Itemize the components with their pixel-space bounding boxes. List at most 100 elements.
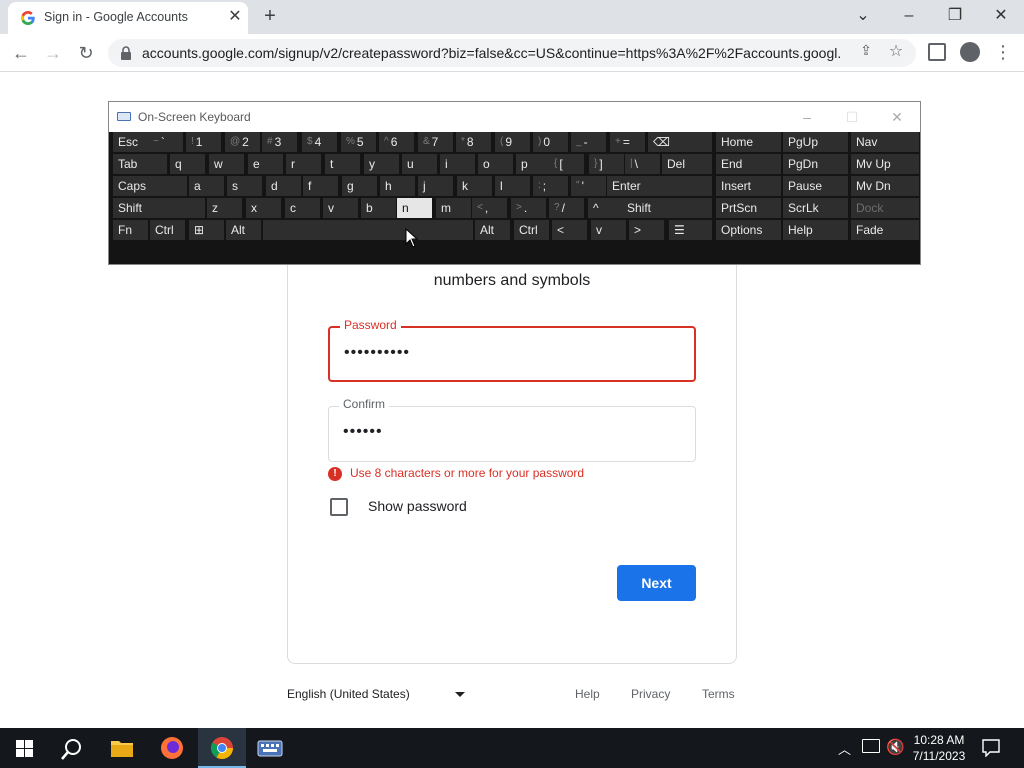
osk-key-2[interactable]: @2 xyxy=(225,132,260,152)
osk-key-v[interactable]: v xyxy=(323,198,358,218)
osk-key-pgdn[interactable]: PgDn xyxy=(783,154,848,174)
osk-key-symbol1-13[interactable]: | \ xyxy=(625,154,660,174)
osk-key-b[interactable]: b xyxy=(361,198,396,218)
osk-key-6[interactable]: ^ 6 xyxy=(379,132,414,152)
osk-key-1[interactable]: ! 1 xyxy=(186,132,221,152)
osk-key-home[interactable]: Home xyxy=(716,132,781,152)
osk-key-symbol2-10[interactable]: :; xyxy=(533,176,568,196)
osk-key-symbol2-11[interactable]: " ' xyxy=(571,176,606,196)
osk-key-z[interactable]: z xyxy=(207,198,242,218)
osk-key-esc[interactable]: Esc xyxy=(113,132,148,152)
help-link[interactable]: Help xyxy=(575,687,600,701)
profile-avatar-icon[interactable] xyxy=(960,42,980,62)
osk-key-enter[interactable]: Enter xyxy=(607,176,713,196)
osk-key-9[interactable]: (9 xyxy=(495,132,530,152)
osk-key-a[interactable]: a xyxy=(189,176,224,196)
restore-icon[interactable]: ❐ xyxy=(932,2,978,30)
volume-muted-icon[interactable]: 🔇 xyxy=(886,738,905,756)
privacy-link[interactable]: Privacy xyxy=(631,687,670,701)
osk-key-tab[interactable]: Tab xyxy=(113,154,167,174)
language-select[interactable]: English (United States) xyxy=(287,687,410,701)
minimize-icon[interactable]: – xyxy=(886,2,932,30)
reload-icon[interactable]: ↻ xyxy=(73,40,99,66)
osk-key-shift[interactable]: Shift xyxy=(622,198,713,218)
osk-key-symbol4-2[interactable]: ⊞ xyxy=(189,220,224,240)
osk-key-shift[interactable]: Shift xyxy=(113,198,205,218)
osk-key-e[interactable]: e xyxy=(248,154,283,174)
taskbar-firefox[interactable] xyxy=(148,728,196,768)
osk-key-5[interactable]: % 5 xyxy=(341,132,376,152)
osk-key-3[interactable]: #3 xyxy=(262,132,297,152)
osk-key-prtscn[interactable]: PrtScn xyxy=(716,198,781,218)
osk-key-c[interactable]: c xyxy=(285,198,320,218)
next-button[interactable]: Next xyxy=(617,565,696,601)
tab-search-icon[interactable]: ⌄ xyxy=(840,2,886,30)
osk-key-del[interactable]: Del xyxy=(662,154,713,174)
browser-tab[interactable]: Sign in - Google Accounts ✕ xyxy=(8,2,248,34)
address-bar[interactable]: accounts.google.com/signup/v2/createpass… xyxy=(108,39,916,67)
search-icon[interactable] xyxy=(60,737,84,761)
osk-key-f[interactable]: f xyxy=(303,176,338,196)
osk-key-s[interactable]: s xyxy=(227,176,262,196)
osk-key-symbol3-10[interactable]: ? / xyxy=(549,198,584,218)
osk-key-d[interactable]: d xyxy=(266,176,301,196)
share-icon[interactable]: ⇪ xyxy=(856,42,876,62)
back-icon[interactable]: ← xyxy=(8,40,34,66)
osk-key-help[interactable]: Help xyxy=(783,220,848,240)
taskbar-chrome[interactable] xyxy=(198,728,246,768)
osk-key-caps[interactable]: Caps xyxy=(113,176,187,196)
osk-maximize-icon[interactable]: ☐ xyxy=(832,106,872,128)
taskbar-clock[interactable]: 10:28 AM 7/11/2023 xyxy=(908,732,970,764)
bookmark-star-icon[interactable]: ☆ xyxy=(886,41,906,61)
osk-key-4[interactable]: $4 xyxy=(302,132,337,152)
osk-key-mvup[interactable]: Mv Up xyxy=(851,154,919,174)
taskbar-on-screen-keyboard[interactable] xyxy=(246,728,294,768)
osk-key-n[interactable]: n xyxy=(397,198,432,218)
side-panel-icon[interactable] xyxy=(928,43,946,61)
osk-key-x[interactable]: x xyxy=(246,198,281,218)
osk-key-k[interactable]: k xyxy=(457,176,492,196)
osk-key-ctrl[interactable]: Ctrl xyxy=(150,220,185,240)
osk-key-t[interactable]: t xyxy=(325,154,360,174)
osk-key-symbol0-12[interactable]: _ - xyxy=(571,132,606,152)
tray-chevron-icon[interactable]: ︿ xyxy=(838,739,851,758)
osk-key-symbol3-8[interactable]: <, xyxy=(472,198,507,218)
osk-key-o[interactable]: o xyxy=(478,154,513,174)
tab-close-icon[interactable]: ✕ xyxy=(224,6,246,28)
osk-key-p[interactable]: p xyxy=(516,154,551,174)
window-close-icon[interactable]: ✕ xyxy=(978,2,1024,30)
osk-key-symbol1-12[interactable]: }] xyxy=(589,154,624,174)
windows-start-icon[interactable] xyxy=(16,740,33,757)
forward-icon[interactable]: → xyxy=(40,40,66,66)
osk-key-u[interactable]: u xyxy=(402,154,437,174)
terms-link[interactable]: Terms xyxy=(702,687,735,701)
osk-key-insert[interactable]: Insert xyxy=(716,176,781,196)
osk-close-icon[interactable]: ✕ xyxy=(877,106,917,128)
osk-key-end[interactable]: End xyxy=(716,154,781,174)
osk-key-symbol4-10[interactable]: ☰ xyxy=(669,220,712,240)
osk-key-g[interactable]: g xyxy=(342,176,377,196)
osk-key-symbol4-9[interactable]: > xyxy=(629,220,664,240)
osk-key-symbol3-11[interactable]: ^ xyxy=(588,198,623,218)
osk-key-scrlk[interactable]: ScrLk xyxy=(783,198,848,218)
osk-key-mvdn[interactable]: Mv Dn xyxy=(851,176,919,196)
show-password-checkbox[interactable] xyxy=(330,498,348,516)
osk-key-alt[interactable]: Alt xyxy=(475,220,510,240)
osk-key-w[interactable]: w xyxy=(209,154,244,174)
osk-key-y[interactable]: y xyxy=(364,154,399,174)
osk-key-dock[interactable]: Dock xyxy=(851,198,919,218)
network-icon[interactable] xyxy=(862,739,880,753)
new-tab-icon[interactable]: + xyxy=(258,4,282,28)
osk-minimize-icon[interactable]: – xyxy=(787,106,827,128)
osk-key-symbol4-7[interactable]: < xyxy=(552,220,587,240)
osk-key-8[interactable]: * 8 xyxy=(456,132,491,152)
osk-key-symbol0-13[interactable]: + = xyxy=(610,132,645,152)
osk-key-fade[interactable]: Fade xyxy=(851,220,919,240)
osk-key-symbol1-11[interactable]: {[ xyxy=(549,154,584,174)
osk-key-pgup[interactable]: PgUp xyxy=(783,132,848,152)
osk-key-pause[interactable]: Pause xyxy=(783,176,848,196)
menu-kebab-icon[interactable]: ⋮ xyxy=(994,40,1012,64)
dropdown-arrow-icon[interactable] xyxy=(455,692,465,697)
notifications-icon[interactable] xyxy=(982,739,1000,757)
osk-title-bar[interactable]: On-Screen Keyboard – ☐ ✕ xyxy=(109,102,920,132)
